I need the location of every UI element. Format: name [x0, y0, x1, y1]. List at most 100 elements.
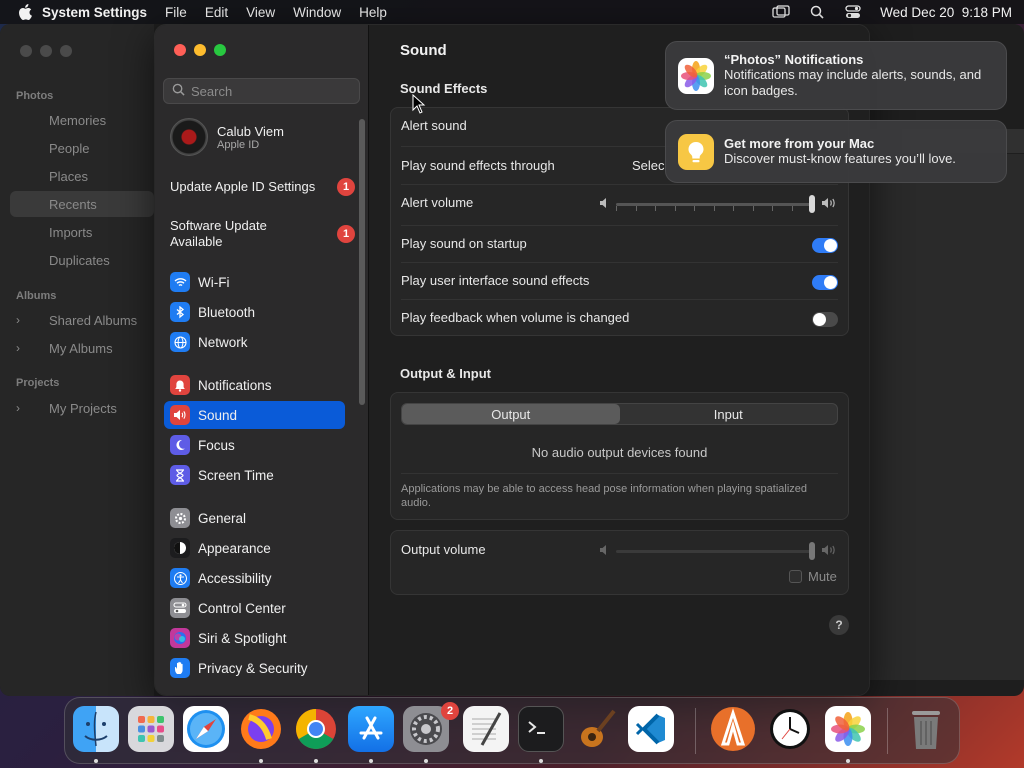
- sidebar-item-network[interactable]: Network: [164, 328, 345, 356]
- close-button[interactable]: [174, 44, 186, 56]
- profile-name: Calub Viem: [217, 123, 284, 139]
- photos-minimize-button[interactable]: [40, 45, 52, 57]
- vscode-icon[interactable]: [628, 706, 674, 752]
- mute-checkbox[interactable]: [789, 570, 802, 583]
- zoom-button[interactable]: [214, 44, 226, 56]
- photos-item-people[interactable]: People: [49, 141, 89, 156]
- sidebar-item-label: Screen Time: [198, 467, 274, 483]
- screen-mirroring-icon[interactable]: [772, 4, 790, 20]
- menu-view[interactable]: View: [246, 5, 275, 20]
- sidebar-item-label: Bluetooth: [198, 304, 256, 320]
- menu-window[interactable]: Window: [293, 5, 341, 20]
- ui-sound-effects-toggle[interactable]: [812, 275, 838, 290]
- photos-notification-banner[interactable]: “Photos” Notifications Notifications may…: [665, 41, 1007, 110]
- terminal-icon[interactable]: [518, 706, 564, 752]
- output-volume-track[interactable]: [616, 550, 812, 553]
- menubar-clock[interactable]: Wed Dec 20 9:18 PM: [880, 5, 1012, 20]
- sidebar-scrollbar[interactable]: [359, 119, 365, 405]
- apple-menu-icon[interactable]: [12, 4, 42, 20]
- sidebar-item-screen-time[interactable]: Screen Time: [164, 461, 345, 489]
- dock-separator: [887, 708, 888, 754]
- sidebar-item-bluetooth[interactable]: Bluetooth: [164, 298, 345, 326]
- startup-sound-toggle[interactable]: [812, 238, 838, 253]
- trash-icon[interactable]: [903, 706, 949, 752]
- sidebar-item-label: Control Center: [198, 600, 286, 616]
- sidebar-item-control-center[interactable]: Control Center: [164, 594, 345, 622]
- textedit-icon[interactable]: [463, 706, 509, 752]
- running-indicator: [539, 759, 543, 763]
- tab-input[interactable]: Input: [620, 404, 838, 424]
- apple-id-profile[interactable]: Calub Viem Apple ID: [170, 118, 284, 156]
- menu-help[interactable]: Help: [359, 5, 387, 20]
- menu-edit[interactable]: Edit: [205, 5, 228, 20]
- photos-item-places[interactable]: Places: [49, 169, 88, 184]
- output-input-segmented-control: Output Input: [401, 403, 838, 425]
- output-volume-slider-knob[interactable]: [809, 542, 815, 560]
- sidebar-item-general[interactable]: General: [164, 504, 345, 532]
- sidebar-item-sound[interactable]: Sound: [164, 401, 345, 429]
- sidebar-item-siri-spotlight[interactable]: Siri & Spotlight: [164, 624, 345, 652]
- help-button[interactable]: ?: [829, 615, 849, 635]
- firefox-icon[interactable]: [238, 706, 284, 752]
- output-input-group: Output Input No audio output devices fou…: [390, 392, 849, 520]
- sidebar-item-accessibility[interactable]: Accessibility: [164, 564, 345, 592]
- photos-zoom-button[interactable]: [60, 45, 72, 57]
- photos-section-photos: Photos: [16, 90, 54, 102]
- control-center-icon: [170, 598, 190, 618]
- notice-label: Update Apple ID Settings: [170, 179, 316, 194]
- running-indicator: [846, 759, 850, 763]
- spotlight-search-icon[interactable]: [808, 4, 826, 20]
- app-store-icon[interactable]: [348, 706, 394, 752]
- photos-item-memories[interactable]: Memories: [49, 113, 106, 128]
- chevron-right-icon[interactable]: ›: [16, 313, 20, 327]
- update-apple-id-notice[interactable]: Update Apple ID Settings 1: [170, 178, 355, 196]
- ui-sound-effects-label: Play user interface sound effects: [401, 273, 590, 288]
- menu-file[interactable]: File: [165, 5, 187, 20]
- chrome-icon[interactable]: [293, 706, 339, 752]
- photos-item-duplicates[interactable]: Duplicates: [49, 253, 110, 268]
- control-center-menu-icon[interactable]: [844, 4, 862, 20]
- sidebar-item-focus[interactable]: Focus: [164, 431, 345, 459]
- notification-title: “Photos” Notifications: [724, 52, 864, 67]
- photos-item-imports[interactable]: Imports: [49, 225, 92, 240]
- photos-item-recents[interactable]: Recents: [49, 197, 97, 212]
- alert-volume-slider-knob[interactable]: [809, 195, 815, 213]
- osmium-app-icon[interactable]: [710, 706, 756, 752]
- photos-close-button[interactable]: [20, 45, 32, 57]
- speaker-icon: [170, 405, 190, 425]
- window-controls: [174, 44, 226, 56]
- sidebar-item-label: Wi-Fi: [198, 274, 230, 290]
- avatar: [170, 118, 208, 156]
- volume-feedback-toggle[interactable]: [812, 312, 838, 327]
- play-through-select[interactable]: Selec: [632, 158, 665, 173]
- sidebar-item-privacy-security[interactable]: Privacy & Security: [164, 654, 345, 682]
- dock-badge: 2: [441, 702, 459, 720]
- notice-badge: 1: [337, 178, 355, 196]
- photos-item-my-projects[interactable]: My Projects: [49, 401, 117, 416]
- tab-output[interactable]: Output: [402, 404, 620, 424]
- photos-dock-icon[interactable]: [825, 706, 871, 752]
- sidebar-item-appearance[interactable]: Appearance: [164, 534, 345, 562]
- search-field[interactable]: [163, 78, 360, 104]
- clock-icon[interactable]: [767, 706, 813, 752]
- bluetooth-icon: [170, 302, 190, 322]
- chevron-right-icon[interactable]: ›: [16, 341, 20, 355]
- moon-icon: [170, 435, 190, 455]
- running-indicator: [259, 759, 263, 763]
- launchpad-icon[interactable]: [128, 706, 174, 752]
- sidebar-item-label: Siri & Spotlight: [198, 630, 287, 646]
- finder-icon[interactable]: [73, 706, 119, 752]
- garageband-icon[interactable]: [573, 706, 619, 752]
- safari-icon[interactable]: [183, 706, 229, 752]
- software-update-notice[interactable]: Software Update Available 1: [170, 218, 355, 250]
- minimize-button[interactable]: [194, 44, 206, 56]
- chevron-right-icon[interactable]: ›: [16, 401, 20, 415]
- tips-notification-banner[interactable]: Get more from your Mac Discover must-kno…: [665, 120, 1007, 183]
- search-input[interactable]: [191, 83, 341, 99]
- sidebar-item-notifications[interactable]: Notifications: [164, 371, 345, 399]
- menu-app-name[interactable]: System Settings: [42, 5, 147, 20]
- divider: [401, 262, 838, 263]
- photos-item-shared-albums[interactable]: Shared Albums: [49, 313, 137, 328]
- sidebar-item-wi-fi[interactable]: Wi-Fi: [164, 268, 345, 296]
- photos-item-my-albums[interactable]: My Albums: [49, 341, 113, 356]
